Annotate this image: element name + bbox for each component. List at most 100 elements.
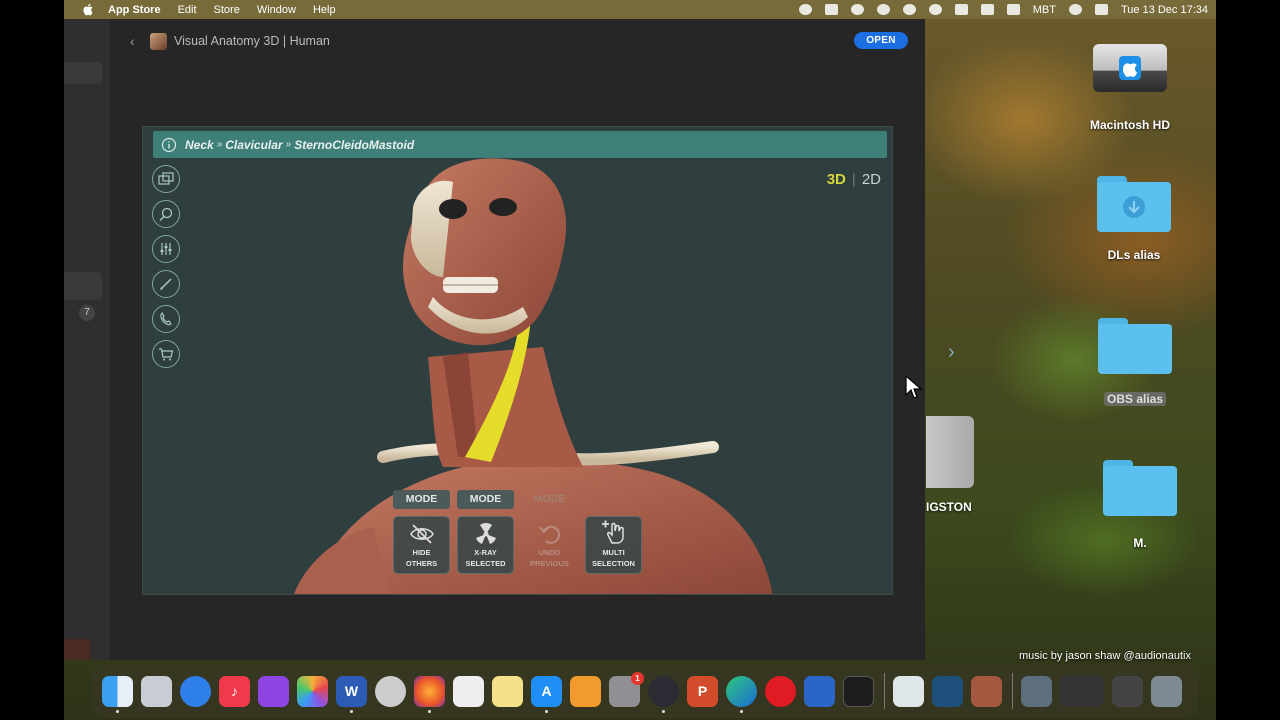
documents-stack-icon[interactable] — [1112, 675, 1143, 707]
mode-button-line: PREVIOUS — [530, 559, 569, 568]
system-preferences-icon[interactable]: 1 — [609, 671, 644, 707]
layers-icon — [152, 165, 180, 193]
trash-icon[interactable] — [1151, 675, 1182, 707]
podcasts-icon[interactable] — [258, 675, 289, 707]
mode-label: MODE — [457, 490, 514, 509]
menu-help[interactable]: Help — [313, 4, 336, 16]
status-icon-2[interactable] — [824, 4, 838, 15]
opera-icon[interactable] — [765, 675, 796, 707]
mouse-cursor-icon — [905, 375, 923, 399]
mode-labels: MODE MODE MODE — [393, 490, 578, 509]
student-anatomy-icon[interactable] — [932, 675, 963, 707]
books-icon[interactable] — [570, 675, 601, 707]
app-store-icon[interactable]: A — [531, 675, 562, 713]
edge-icon[interactable] — [726, 675, 757, 713]
breadcrumb-bar: Neck » Clavicular » SternoCleidoMastoid — [153, 131, 887, 158]
app-title: Visual Anatomy 3D | Human — [174, 34, 330, 48]
tool-column — [152, 165, 182, 375]
screenrec-icon[interactable] — [876, 4, 890, 15]
focus-icon[interactable] — [902, 4, 916, 15]
downloads-stack-icon[interactable] — [1021, 675, 1052, 707]
hide-others-button: HIDE OTHERS — [393, 516, 450, 574]
spotlight-icon[interactable] — [1068, 4, 1082, 15]
firefox-icon[interactable] — [414, 675, 445, 713]
app-thumbnail-icon — [150, 32, 167, 50]
screenshots-stack-icon[interactable] — [1060, 675, 1104, 707]
finder-icon[interactable] — [102, 675, 133, 713]
mode-button-line: X-RAY — [474, 548, 497, 557]
word-icon[interactable]: W — [336, 675, 367, 713]
next-screenshot-chevron-icon[interactable]: › — [948, 341, 955, 364]
xray-selected-button: X-RAY SELECTED — [457, 516, 514, 574]
mode-buttons: HIDE OTHERS X-RAY SELECTED UNDO PREVIOUS MU… — [393, 516, 642, 574]
visual-anatomy-icon[interactable] — [971, 675, 1002, 707]
timemachine-icon[interactable] — [928, 4, 942, 15]
radiation-icon — [475, 523, 496, 544]
dock-separator — [884, 673, 885, 709]
desktop-icon-m[interactable]: M. — [1102, 460, 1178, 550]
breadcrumb-separator: » — [285, 139, 292, 150]
menu-app-name[interactable]: App Store — [108, 4, 161, 16]
photos-icon[interactable] — [297, 675, 328, 707]
menu-window[interactable]: Window — [257, 4, 296, 16]
view-toggle: 3D | 2D — [826, 171, 881, 188]
desktop-icon-obs-alias[interactable]: OBS alias — [1096, 318, 1174, 406]
settings-badge: 1 — [631, 671, 644, 685]
app-screenshot[interactable]: Neck » Clavicular » SternoCleidoMastoid … — [142, 126, 893, 595]
mode-button-line: HIDE — [412, 548, 431, 557]
music-credit: music by jason shaw @audionautix — [1019, 650, 1191, 662]
apple-menu-icon[interactable] — [82, 3, 94, 16]
music-icon[interactable]: ♪ — [219, 675, 250, 707]
desktop-icon-label: OBS alias — [1103, 392, 1167, 406]
battery-icon[interactable] — [1006, 4, 1020, 15]
control-center-icon[interactable] — [1094, 4, 1108, 15]
sidebar-avatar[interactable] — [64, 639, 90, 660]
view-3d-toggle: 3D — [826, 171, 846, 188]
sidebar-item[interactable] — [64, 272, 102, 300]
mission-control-icon[interactable] — [804, 675, 835, 707]
notes-icon[interactable] — [492, 675, 523, 707]
search-icon — [152, 200, 180, 228]
obs-icon[interactable] — [648, 675, 679, 713]
detail-titlebar: ‹ Visual Anatomy 3D | Human OPEN — [110, 19, 925, 63]
folder-icon — [1103, 460, 1177, 516]
eye-off-icon — [409, 524, 434, 544]
vectorize-icon[interactable] — [375, 675, 406, 707]
input-source[interactable]: MBT — [1033, 4, 1056, 16]
back-chevron-icon[interactable]: ‹ — [130, 33, 140, 49]
external-drive-icon[interactable] — [926, 416, 974, 488]
organon-icon[interactable] — [893, 675, 924, 707]
open-button[interactable]: OPEN — [854, 32, 908, 49]
menubar-clock[interactable]: Tue 13 Dec 17:34 — [1121, 4, 1208, 16]
mode-label: MODE — [393, 490, 450, 509]
menu-store[interactable]: Store — [214, 4, 240, 16]
hard-drive-icon — [1093, 44, 1167, 92]
hand-plus-icon — [601, 520, 624, 544]
status-icon-1[interactable] — [798, 4, 812, 15]
volume-icon[interactable] — [954, 4, 968, 15]
desktop-icon-macintosh-hd[interactable]: Macintosh HD — [1084, 44, 1176, 132]
folder-icon — [1098, 318, 1172, 374]
multi-selection-button: MULTI SELECTION — [585, 516, 642, 574]
undo-previous-button: UNDO PREVIOUS — [521, 516, 578, 574]
app-detail-view: ‹ Visual Anatomy 3D | Human OPEN Neck » … — [110, 19, 955, 660]
right-letterbox — [1216, 0, 1280, 720]
textedit-icon[interactable] — [453, 675, 484, 707]
dock-separator — [1012, 673, 1013, 709]
desktop-icon-dls-alias[interactable]: DLs alias — [1094, 176, 1174, 262]
bluetooth-icon[interactable] — [980, 4, 994, 15]
phone-icon — [152, 305, 180, 333]
safari-icon[interactable] — [180, 675, 211, 707]
powerpoint-icon[interactable]: P — [687, 675, 718, 707]
launchpad-icon[interactable] — [141, 675, 172, 707]
app-store-window: 7 ‹ Visual Anatomy 3D | Human OPEN Neck … — [64, 19, 955, 660]
activity-monitor-icon[interactable] — [843, 675, 874, 707]
breadcrumb-separator: » — [216, 139, 223, 150]
info-icon — [161, 137, 177, 152]
external-drive-label: IGSTON — [926, 500, 972, 514]
sidebar-item-selected[interactable] — [64, 62, 102, 84]
brightness-icon[interactable] — [850, 4, 864, 15]
mode-button-line: SELECTED — [465, 559, 506, 568]
sliders-icon — [152, 235, 180, 263]
menu-edit[interactable]: Edit — [178, 4, 197, 16]
